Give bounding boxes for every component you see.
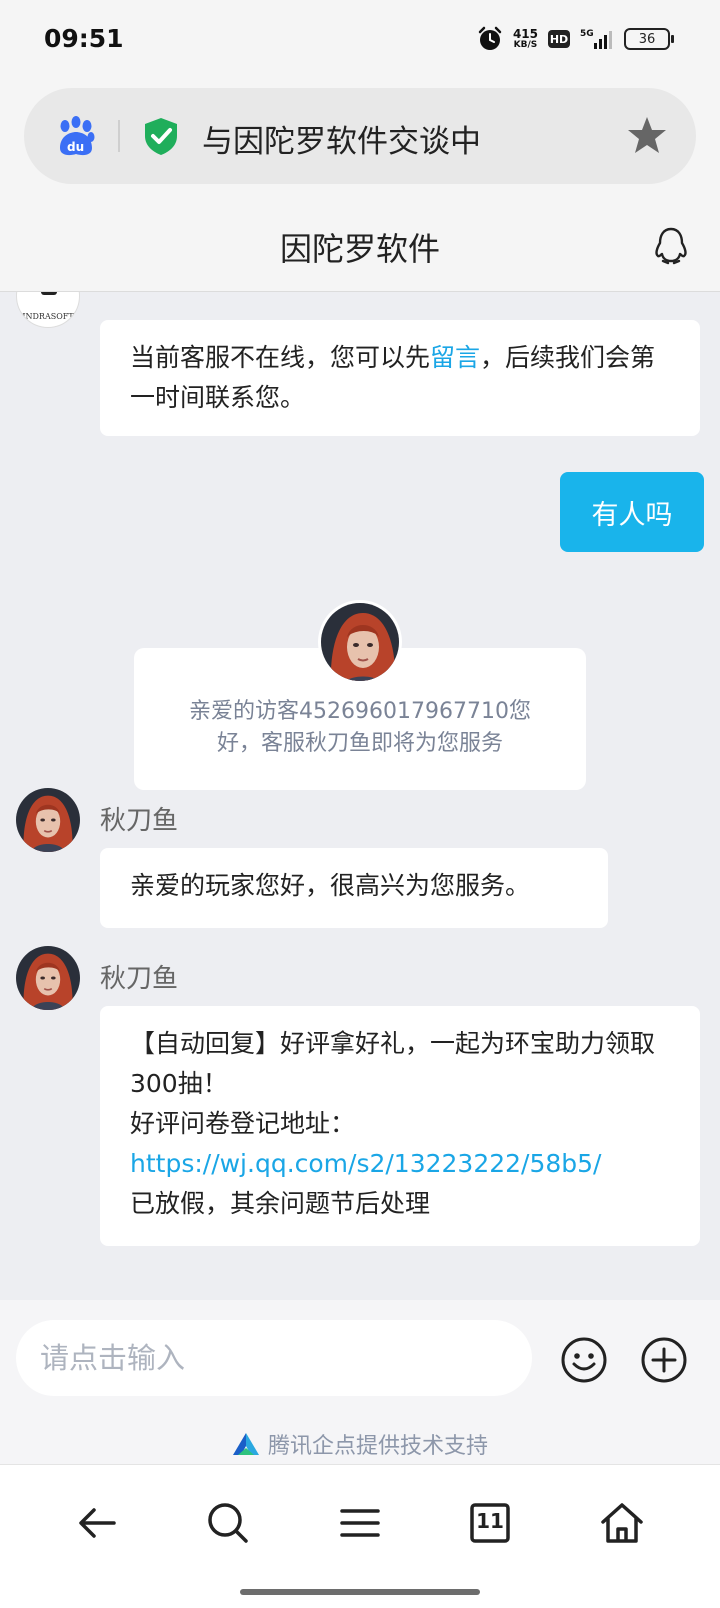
tab-count: 11 (476, 1509, 504, 1533)
agent-join-text: 亲爱的访客452696017967710您好，客服秋刀鱼即将为您服务 (189, 699, 531, 756)
auto-reply-line1: 【自动回复】好评拿好礼，一起为环宝助力领取300抽！ (130, 1029, 656, 1098)
address-bar[interactable]: du 与因陀罗软件交谈中 (24, 88, 696, 184)
agent-name: 秋刀鱼 (100, 806, 179, 836)
agent-avatar (16, 788, 80, 852)
home-indicator[interactable] (240, 1589, 480, 1595)
page-title: 因陀罗软件 (279, 230, 440, 268)
company-logo-mark (41, 292, 57, 295)
net-speed: 415 KB/S (513, 28, 538, 50)
status-icons: 415 KB/S HD 5G 36 (477, 26, 674, 52)
qq-penguin-icon[interactable] (654, 226, 688, 266)
address-title[interactable]: 与因陀罗软件交谈中 (202, 116, 481, 161)
agent-avatar (16, 946, 80, 1010)
tabs-button[interactable]: 11 (466, 1499, 514, 1547)
agent-message-text: 亲爱的玩家您好，很高兴为您服务。 (130, 871, 531, 900)
agent-portrait-icon (16, 788, 80, 852)
search-icon[interactable] (204, 1499, 252, 1547)
browser-nav-bar: 11 (0, 1464, 720, 1608)
survey-link[interactable]: https://wj.qq.com/s2/13223222/58b5/ (130, 1144, 670, 1184)
input-bar: 腾讯企点提供技术支持 (0, 1300, 720, 1464)
system-message-text: 当前客服不在线，您可以先 (130, 343, 431, 372)
system-offline-message: 当前客服不在线，您可以先留言，后续我们会第一时间联系您。 (100, 320, 700, 436)
signal-5g-icon: 5G (580, 29, 612, 49)
tencent-qidian-icon (232, 1433, 259, 1455)
user-message-bubble: 有人吗 (560, 472, 704, 552)
message-input[interactable] (16, 1320, 532, 1396)
powered-by: 腾讯企点提供技术支持 (0, 1428, 720, 1460)
star-icon[interactable] (626, 114, 668, 156)
emoji-icon[interactable] (560, 1336, 608, 1384)
auto-reply-bubble: 【自动回复】好评拿好礼，一起为环宝助力领取300抽！ 好评问卷登记地址： htt… (100, 1006, 700, 1246)
net-speed-unit: KB/S (513, 40, 538, 50)
address-divider (118, 120, 120, 152)
net-speed-value: 415 (512, 27, 538, 41)
alarm-icon (478, 26, 502, 50)
svg-text:du: du (67, 140, 84, 154)
battery-level: 36 (638, 31, 656, 47)
auto-reply-line2: 好评问卷登记地址： (130, 1109, 356, 1138)
leave-message-link[interactable]: 留言 (430, 343, 480, 372)
auto-reply-line3: 已放假，其余问题节后处理 (130, 1189, 431, 1218)
status-time: 09:51 (44, 24, 124, 53)
powered-by-text: 腾讯企点提供技术支持 (267, 1434, 488, 1459)
agent-message-bubble: 亲爱的玩家您好，很高兴为您服务。 (100, 848, 608, 928)
home-icon[interactable] (598, 1499, 646, 1547)
plus-icon[interactable] (640, 1336, 688, 1384)
company-avatar: INDRASOFT (16, 292, 80, 328)
agent-card-avatar (318, 600, 402, 684)
menu-icon[interactable] (336, 1499, 384, 1547)
chat-area[interactable]: INDRASOFT 当前客服不在线，您可以先留言，后续我们会第一时间联系您。 有… (0, 292, 720, 1300)
agent-portrait-icon (16, 946, 80, 1010)
baidu-paw-icon[interactable]: du (54, 114, 98, 158)
agent-name: 秋刀鱼 (100, 964, 179, 994)
company-logo-text: INDRASOFT (22, 312, 74, 321)
shield-check-icon (145, 118, 177, 155)
battery-indicator: 36 (624, 28, 674, 50)
chat-header: 因陀罗软件 (0, 200, 720, 292)
back-arrow-icon[interactable] (74, 1499, 122, 1547)
status-bar: 09:51 415 KB/S HD 5G 36 (0, 0, 720, 84)
user-message-text: 有人吗 (591, 499, 673, 531)
svg-text:5G: 5G (580, 29, 594, 39)
hd-badge: HD (548, 30, 570, 48)
